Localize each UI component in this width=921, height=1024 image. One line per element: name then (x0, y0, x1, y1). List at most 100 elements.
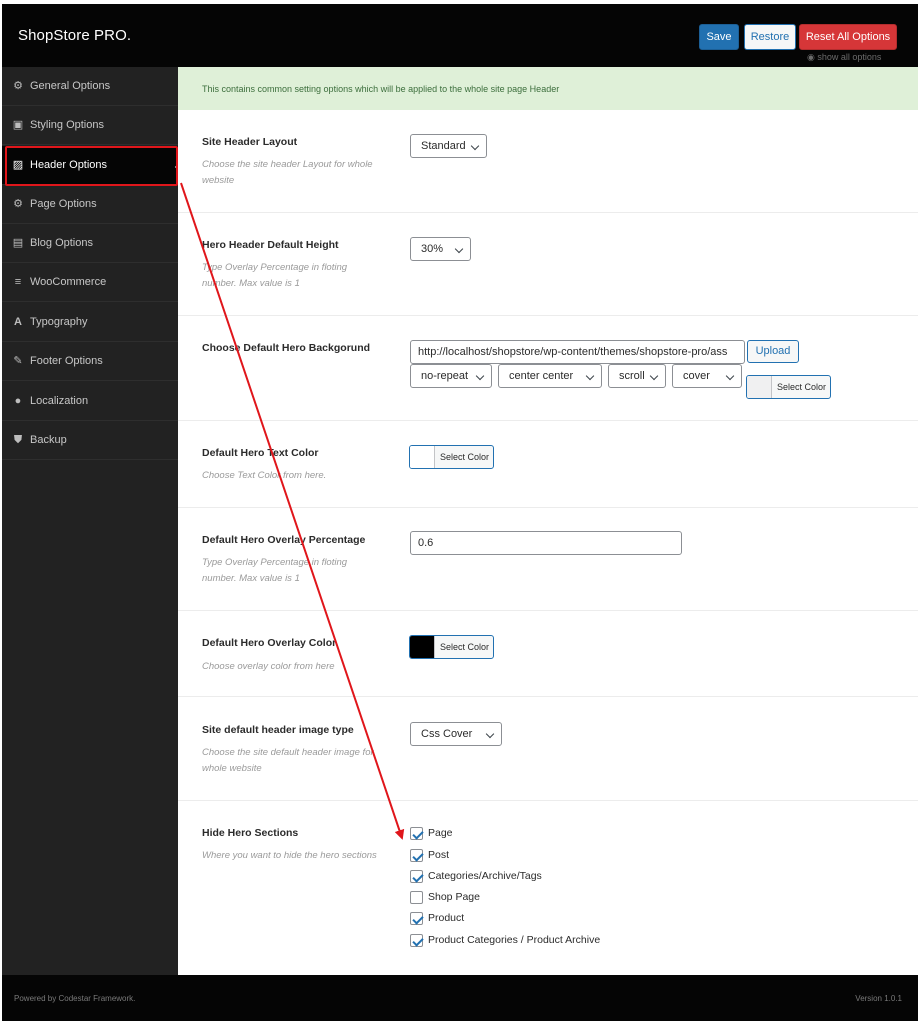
options-page: ShopStore PRO. Save Restore Reset All Op… (0, 0, 921, 1024)
background-attachment-select[interactable]: scroll (608, 364, 666, 388)
field-hero-header-height: Hero Header Default Height Type Overlay … (178, 213, 918, 316)
background-url-input[interactable]: http://localhost/shopstore/wp-content/th… (410, 340, 745, 364)
checkbox-label: Categories/Archive/Tags (428, 870, 542, 882)
checkbox-box (410, 827, 423, 840)
eye-icon: ◉ (807, 52, 815, 62)
frame-icon: ▣ (12, 119, 24, 131)
overlay-percentage-input[interactable]: 0.6 (410, 531, 682, 555)
field-title: Default Hero Overlay Color (202, 637, 337, 649)
color-picker-label: Select Color (440, 642, 490, 652)
footer-bar: Powered by Codestar Framework. Version 1… (2, 975, 918, 1021)
field-title: Site default header image type (202, 724, 354, 736)
select-value: scroll (619, 370, 645, 382)
color-swatch (410, 636, 435, 658)
select-value: no-repeat (421, 370, 469, 382)
sidebar-item-label: WooCommerce (30, 276, 107, 288)
sidebar-item-page-options[interactable]: ⚙ Page Options (2, 185, 178, 224)
select-value: 30% (421, 243, 444, 255)
chevron-down-icon (454, 244, 464, 254)
background-color-picker[interactable]: Select Color (746, 375, 831, 399)
color-picker-label: Select Color (440, 452, 490, 462)
reset-all-options-button[interactable]: Reset All Options (799, 24, 897, 50)
sidebar-item-label: Typography (30, 316, 88, 328)
font-icon: A (14, 316, 22, 328)
top-bar: ShopStore PRO. Save Restore Reset All Op… (2, 4, 918, 67)
hero-height-select[interactable]: 30% (410, 237, 471, 261)
upload-button[interactable]: Upload (747, 340, 799, 363)
field-title: Default Hero Text Color (202, 447, 319, 459)
field-description: Choose Text Color from here. (202, 470, 327, 481)
sidebar-item-label: Blog Options (30, 237, 93, 249)
field-description: Type Overlay Percentage in floting numbe… (202, 557, 348, 584)
sidebar-item-backup[interactable]: ⛊ Backup (2, 421, 178, 460)
field-hero-background: Choose Default Hero Backgorund http://lo… (178, 316, 918, 421)
checkbox-label: Shop Page (428, 891, 480, 903)
field-title: Hero Header Default Height (202, 239, 339, 251)
field-hero-overlay-color: Default Hero Overlay Color Choose overla… (178, 611, 918, 697)
restore-button[interactable]: Restore (744, 24, 796, 50)
sidebar-item-label: Backup (30, 434, 67, 446)
checkbox-label: Product (428, 912, 465, 924)
sidebar-item-styling-options[interactable]: ▣ Styling Options (2, 106, 178, 145)
field-hero-text-color: Default Hero Text Color Choose Text Colo… (178, 421, 918, 508)
field-description: Choose the site header Layout for whole … (202, 159, 373, 186)
header-image-type-select[interactable]: Css Cover (410, 722, 502, 746)
color-picker-label: Select Color (777, 382, 827, 392)
checkbox-label: Product Categories / Product Archive (428, 934, 601, 946)
chevron-down-icon (475, 371, 485, 381)
sidebar-item-typography[interactable]: A Typography (2, 303, 178, 342)
background-repeat-select[interactable]: no-repeat (410, 364, 492, 388)
background-size-select[interactable]: cover (672, 364, 742, 388)
show-all-options-link[interactable]: ◉ show all options (807, 52, 881, 63)
field-title: Site Header Layout (202, 136, 298, 148)
checkbox-box (410, 934, 423, 947)
section-notice: This contains common setting options whi… (178, 67, 918, 110)
select-value: center center (509, 370, 574, 382)
color-swatch (747, 376, 772, 398)
edit-icon: ✎ (13, 355, 23, 367)
checkbox-box (410, 912, 423, 925)
field-title: Default Hero Overlay Percentage (202, 534, 366, 546)
brand-title: ShopStore PRO. (18, 27, 132, 44)
sidebar-item-label: Footer Options (30, 355, 103, 367)
field-description: Choose the site default header image for… (202, 747, 374, 774)
show-all-options-label: show all options (817, 52, 882, 62)
list-icon: ≡ (14, 276, 22, 288)
site-header-layout-select[interactable]: Standard (410, 134, 487, 158)
chevron-down-icon (649, 371, 659, 381)
version-text: Version 1.0.1 (855, 994, 902, 1003)
field-title: Choose Default Hero Backgorund (202, 342, 371, 354)
checkbox-box (410, 891, 423, 904)
field-header-image-type: Site default header image type Choose th… (178, 697, 918, 801)
field-site-header-layout: Site Header Layout Choose the site heade… (178, 110, 918, 213)
main-content: This contains common setting options whi… (178, 67, 918, 975)
globe-icon: ● (14, 395, 22, 407)
background-position-select[interactable]: center center (498, 364, 602, 388)
sidebar-item-blog-options[interactable]: ▤ Blog Options (2, 224, 178, 263)
chevron-down-icon (470, 141, 480, 151)
color-swatch (410, 446, 435, 468)
text-color-picker[interactable]: Select Color (409, 445, 494, 469)
sidebar-item-woocommerce[interactable]: ≡ WooCommerce (2, 263, 178, 302)
sidebar-item-localization[interactable]: ● Localization (2, 382, 178, 421)
field-title: Hide Hero Sections (202, 827, 299, 839)
sidebar-item-footer-options[interactable]: ✎ Footer Options (2, 342, 178, 381)
chevron-down-icon (585, 371, 595, 381)
gears-icon: ⚙ (13, 198, 23, 210)
sidebar-item-general-options[interactable]: ⚙ General Options (2, 67, 178, 106)
sidebar: ⚙ General Options ▣ Styling Options ▨ He… (2, 67, 179, 975)
chevron-down-icon (725, 371, 735, 381)
gears-icon: ⚙ (13, 80, 23, 92)
field-hide-hero-sections: Hide Hero Sections Where you want to hid… (178, 801, 918, 975)
checkbox-box (410, 870, 423, 883)
checkbox-label: Page (428, 827, 453, 839)
sidebar-item-label: General Options (30, 80, 111, 92)
overlay-color-picker[interactable]: Select Color (409, 635, 494, 659)
powered-by-text: Powered by Codestar Framework. (14, 994, 136, 1003)
field-description: Choose overlay color from here (202, 661, 335, 672)
save-button[interactable]: Save (699, 24, 739, 50)
annotation-highlight-box (5, 146, 178, 186)
checkbox-box (410, 849, 423, 862)
sidebar-item-label: Styling Options (30, 119, 104, 131)
field-description: Where you want to hide the hero sections (202, 850, 377, 861)
